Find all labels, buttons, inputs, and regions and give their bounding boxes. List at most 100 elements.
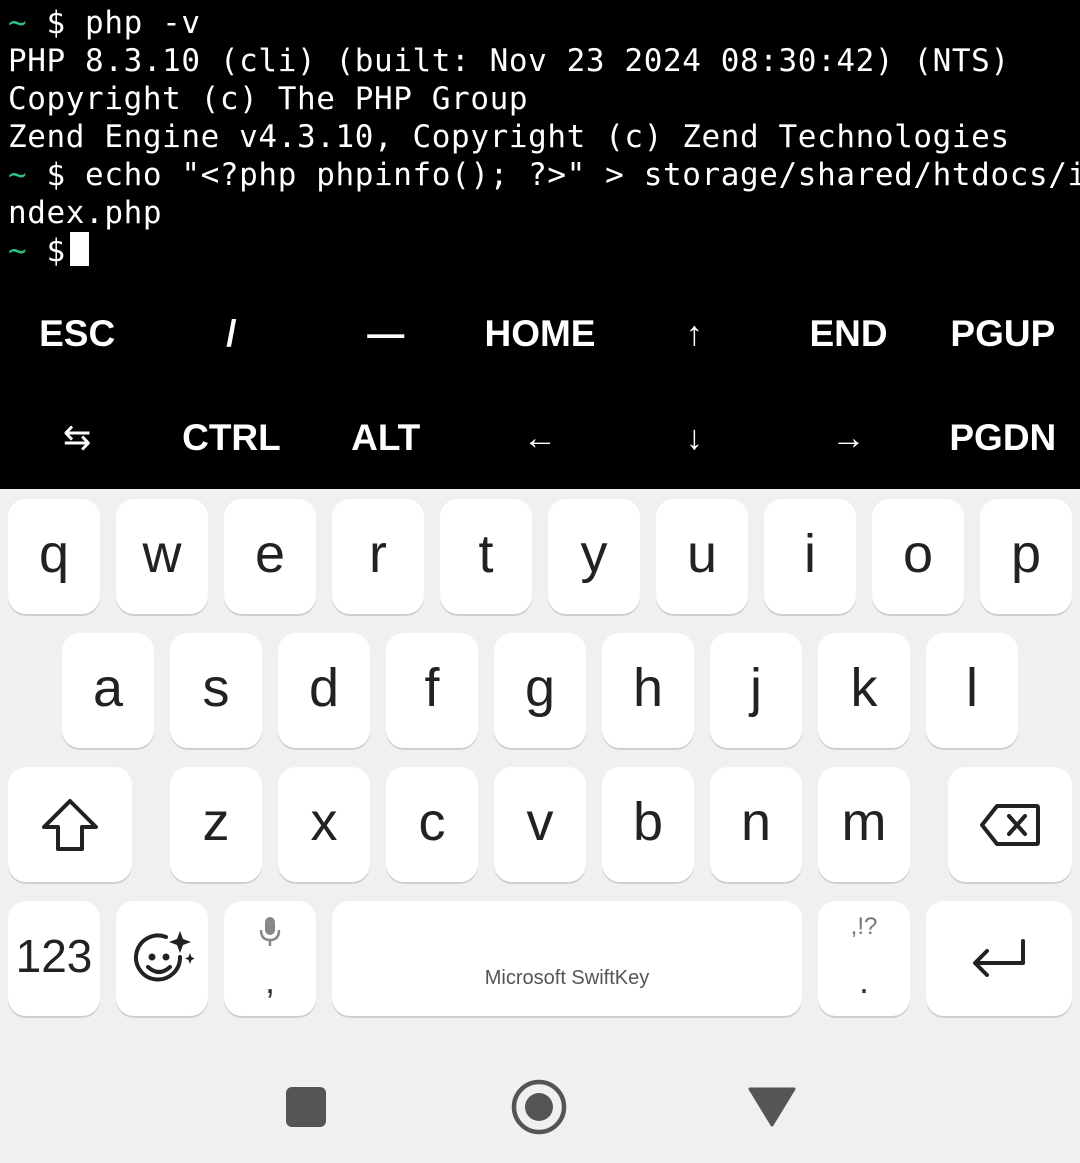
arrow-up-key[interactable]: ↑: [617, 282, 771, 386]
dash-key[interactable]: —: [309, 282, 463, 386]
terminal-line: ~ $ echo "<?php phpinfo(); ?>" > storage…: [8, 156, 1080, 194]
terminal-output[interactable]: ~ $ php -v PHP 8.3.10 (cli) (built: Nov …: [0, 0, 1080, 290]
period-key[interactable]: ,!? .: [818, 901, 910, 1016]
prompt-tilde: ~: [8, 157, 28, 193]
key-u[interactable]: u: [656, 499, 748, 614]
key-label: z: [202, 791, 230, 852]
key-x[interactable]: x: [278, 767, 370, 882]
terminal-line-text: PHP 8.3.10 (cli) (built: Nov 23 2024 08:…: [8, 43, 1010, 79]
key-c[interactable]: c: [386, 767, 478, 882]
key-g[interactable]: g: [494, 633, 586, 748]
key-label: l: [966, 657, 978, 718]
key-q[interactable]: q: [8, 499, 100, 614]
key-m[interactable]: m: [818, 767, 910, 882]
terminal-line: ndex.php: [8, 194, 162, 232]
terminal-line: ~ $ php -v: [8, 4, 201, 42]
key-s[interactable]: s: [170, 633, 262, 748]
extra-keys-row-1: ESC / — HOME ↑ END PGUP: [0, 282, 1080, 386]
slash-key[interactable]: /: [154, 282, 308, 386]
key-y[interactable]: y: [548, 499, 640, 614]
key-label: y: [580, 523, 608, 584]
key-f[interactable]: f: [386, 633, 478, 748]
key-label: b: [632, 791, 664, 852]
pgdn-key[interactable]: PGDN: [926, 386, 1080, 490]
terminal-line-text: Copyright (c) The PHP Group: [8, 81, 529, 117]
shift-icon: [42, 798, 98, 851]
key-label: n: [740, 791, 772, 852]
shift-key[interactable]: [8, 767, 132, 882]
emoji-icon: [134, 930, 194, 981]
key-t[interactable]: t: [440, 499, 532, 614]
key-w[interactable]: w: [116, 499, 208, 614]
key-j[interactable]: j: [710, 633, 802, 748]
pgup-key[interactable]: PGUP: [926, 282, 1080, 386]
comma-key[interactable]: ,: [224, 901, 316, 1016]
key-o[interactable]: o: [872, 499, 964, 614]
key-label: w: [142, 523, 182, 584]
key-l[interactable]: l: [926, 633, 1018, 748]
back-button[interactable]: [742, 1077, 802, 1137]
terminal-line: Copyright (c) The PHP Group: [8, 80, 528, 118]
home-icon: [511, 1079, 567, 1135]
alt-key[interactable]: ALT: [309, 386, 463, 490]
home-button[interactable]: [509, 1077, 569, 1137]
key-label: t: [478, 523, 494, 584]
backspace-icon: [980, 803, 1040, 846]
arrow-left-key[interactable]: ←: [463, 386, 617, 490]
key-label: s: [202, 657, 230, 718]
key-label: j: [750, 657, 762, 718]
key-label: k: [850, 657, 878, 718]
terminal-line-text: Zend Engine v4.3.10, Copyright (c) Zend …: [8, 119, 1010, 155]
enter-key[interactable]: [926, 901, 1072, 1016]
ctrl-key[interactable]: CTRL: [154, 386, 308, 490]
key-b[interactable]: b: [602, 767, 694, 882]
key-p[interactable]: p: [980, 499, 1072, 614]
tab-key[interactable]: ⇆: [0, 386, 154, 490]
key-label: v: [526, 791, 554, 852]
key-label: o: [902, 523, 934, 584]
key-a[interactable]: a: [62, 633, 154, 748]
recents-button[interactable]: [276, 1077, 336, 1137]
period-label: .: [858, 960, 869, 1001]
key-h[interactable]: h: [602, 633, 694, 748]
key-r[interactable]: r: [332, 499, 424, 614]
terminal-line-text: $ php -v: [27, 5, 201, 41]
key-label: d: [308, 657, 340, 718]
key-label: i: [804, 523, 816, 584]
arrow-right-key[interactable]: →: [771, 386, 925, 490]
key-d[interactable]: d: [278, 633, 370, 748]
key-n[interactable]: n: [710, 767, 802, 882]
back-icon: [748, 1087, 796, 1127]
key-v[interactable]: v: [494, 767, 586, 882]
emoji-key[interactable]: [116, 901, 208, 1016]
terminal-line-text: $: [27, 233, 66, 269]
terminal-line-text: $ echo "<?php phpinfo(); ?>" > storage/s…: [27, 157, 1080, 193]
space-label: Microsoft SwiftKey: [484, 967, 650, 989]
terminal-line-text: ndex.php: [8, 195, 163, 231]
period-alt-label: ,!?: [850, 913, 878, 940]
space-key[interactable]: Microsoft SwiftKey: [332, 901, 802, 1016]
backspace-key[interactable]: [948, 767, 1072, 882]
key-label: f: [424, 657, 440, 718]
extra-keys-row-2: ⇆ CTRL ALT ← ↓ → PGDN: [0, 386, 1080, 490]
esc-key[interactable]: ESC: [0, 282, 154, 386]
mic-icon: [259, 917, 281, 946]
key-label: r: [369, 523, 387, 584]
end-key[interactable]: END: [771, 282, 925, 386]
key-e[interactable]: e: [224, 499, 316, 614]
terminal-cursor: [69, 232, 89, 266]
key-label: u: [686, 523, 718, 584]
key-k[interactable]: k: [818, 633, 910, 748]
key-label: a: [92, 657, 124, 718]
comma-label: ,: [264, 960, 275, 1001]
arrow-down-key[interactable]: ↓: [617, 386, 771, 490]
key-label: p: [1010, 523, 1042, 584]
key-label: g: [524, 657, 556, 718]
home-key[interactable]: HOME: [463, 282, 617, 386]
key-i[interactable]: i: [764, 499, 856, 614]
numbers-key[interactable]: 123: [8, 901, 100, 1016]
key-label: q: [38, 523, 70, 584]
key-z[interactable]: z: [170, 767, 262, 882]
enter-icon: [973, 938, 1025, 977]
terminal-line: Zend Engine v4.3.10, Copyright (c) Zend …: [8, 118, 1010, 156]
